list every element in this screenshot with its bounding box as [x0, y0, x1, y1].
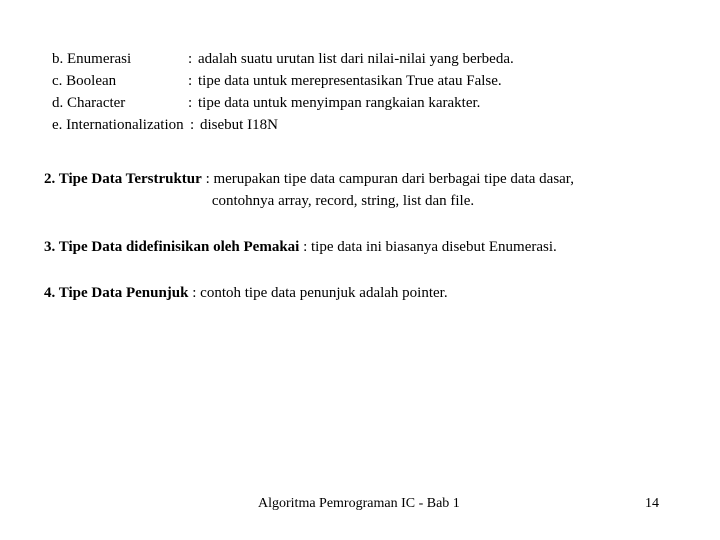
definition-colon: : — [188, 95, 193, 111]
definition-term: e. Internationalization — [52, 117, 184, 133]
numbered-entry-4: 4. Tipe Data Penunjuk : contoh tipe data… — [44, 282, 684, 304]
entry-continuation: contohnya array, record, string, list da… — [211, 193, 475, 209]
list-item: d. Character : tipe data untuk menyimpan… — [52, 92, 672, 114]
definition-term: c. Boolean — [52, 73, 117, 89]
definition-description: tipe data untuk merepresentasikan True a… — [198, 73, 502, 89]
numbered-entry-2: 2. Tipe Data Terstruktur : merupakan tip… — [44, 168, 684, 209]
slide-canvas: b. Enumerasi : adalah suatu urutan list … — [0, 0, 720, 540]
list-item: b. Enumerasi : adalah suatu urutan list … — [52, 48, 672, 70]
entry-heading: 3. Tipe Data didefinisikan oleh Pemakai — [44, 239, 300, 255]
slide-footer: Algoritma Pemrograman IC - Bab 1 14 — [0, 493, 720, 515]
definition-term: d. Character — [52, 95, 126, 111]
footer-title: Algoritma Pemrograman IC - Bab 1 — [258, 496, 460, 511]
definition-description: adalah suatu urutan list dari nilai-nila… — [198, 51, 514, 67]
definition-colon: : — [188, 51, 193, 67]
definition-description: disebut I18N — [200, 117, 278, 133]
definition-colon: : — [188, 73, 193, 89]
definition-term: b. Enumerasi — [52, 51, 132, 67]
numbered-entry-3: 3. Tipe Data didefinisikan oleh Pemakai … — [44, 236, 684, 258]
entry-body: : merupakan tipe data campuran dari berb… — [201, 171, 574, 187]
entry-heading: 2. Tipe Data Terstruktur — [44, 171, 202, 187]
definition-description: tipe data untuk menyimpan rangkaian kara… — [198, 95, 481, 111]
entry-heading: 4. Tipe Data Penunjuk — [44, 285, 189, 301]
entry-body: : tipe data ini biasanya disebut Enumera… — [299, 239, 557, 255]
definition-colon: : — [190, 117, 195, 133]
entry-body: : contoh tipe data penunjuk adalah point… — [188, 285, 448, 301]
list-item: e. Internationalization : disebut I18N — [52, 114, 672, 136]
definition-list: b. Enumerasi : adalah suatu urutan list … — [52, 48, 672, 136]
footer-page-number: 14 — [645, 496, 659, 511]
list-item: c. Boolean : tipe data untuk merepresent… — [52, 70, 672, 92]
